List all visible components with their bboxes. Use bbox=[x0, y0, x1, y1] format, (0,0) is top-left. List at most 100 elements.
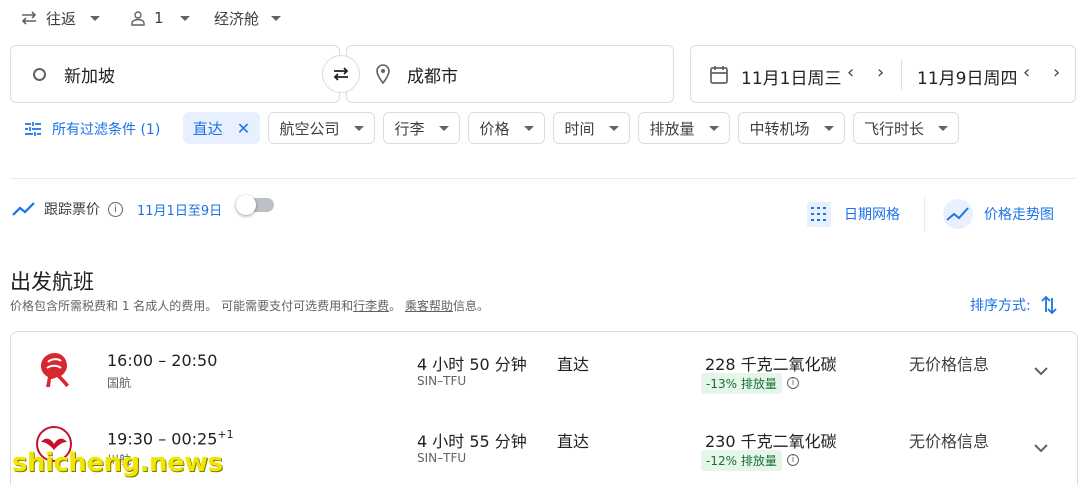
emissions-badge: -13% 排放量 bbox=[701, 373, 782, 394]
flight-route: SIN–TFU bbox=[417, 374, 467, 388]
chevron-down-icon bbox=[90, 15, 101, 21]
passengers-select[interactable]: 1 bbox=[130, 6, 190, 30]
chevron-down-icon bbox=[608, 125, 619, 131]
depart-next-icon[interactable]: › bbox=[877, 62, 884, 83]
swap-button[interactable] bbox=[322, 55, 360, 93]
toggle-knob bbox=[236, 195, 256, 215]
return-prev-icon[interactable]: ‹ bbox=[1023, 62, 1030, 83]
price-graph-button[interactable]: 价格走势图 bbox=[942, 198, 1054, 230]
flight-row[interactable]: 16:00 – 20:50 国航 4 小时 50 分钟 SIN–TFU 直达 2… bbox=[10, 331, 1078, 410]
location-pin-icon bbox=[376, 64, 390, 84]
cabin-select[interactable]: 经济舱 bbox=[214, 6, 282, 30]
chevron-down-icon bbox=[823, 125, 834, 131]
tools-divider bbox=[924, 196, 925, 232]
tune-icon bbox=[25, 122, 41, 136]
airline-name: 国航 bbox=[107, 376, 132, 390]
flight-times: 19:30 – 00:25+1 bbox=[107, 428, 234, 448]
chevron-down-icon bbox=[523, 125, 534, 131]
origin-field[interactable]: 新加坡 bbox=[10, 45, 340, 103]
date-grid-icon bbox=[807, 202, 831, 227]
all-filters-button[interactable]: 所有过滤条件 (1) bbox=[24, 119, 160, 139]
filter-chip-nonstop[interactable]: 直达 ✕ bbox=[183, 112, 260, 144]
flight-stops: 直达 bbox=[557, 432, 590, 451]
flight-price: 无价格信息 bbox=[909, 432, 990, 451]
date-grid-label: 日期网格 bbox=[844, 207, 900, 223]
chip-label: 直达 bbox=[192, 119, 223, 138]
emissions-badge: -12% 排放量 bbox=[701, 450, 782, 471]
round-trip-icon bbox=[21, 11, 37, 25]
return-next-icon[interactable]: › bbox=[1053, 62, 1060, 83]
date-grid-button[interactable]: 日期网格 bbox=[806, 200, 900, 228]
track-prices: 跟踪票价 i 11月1日至9日 bbox=[12, 199, 222, 219]
trip-type-select[interactable]: 往返 bbox=[20, 6, 101, 30]
chevron-down-icon bbox=[179, 15, 190, 21]
flight-price: 无价格信息 bbox=[909, 355, 990, 374]
flight-duration: 4 小时 55 分钟 bbox=[417, 432, 527, 451]
chip-label: 时间 bbox=[564, 119, 595, 138]
filter-chip-duration[interactable]: 飞行时长 bbox=[853, 112, 959, 144]
return-date[interactable]: 11月9日周四 bbox=[917, 64, 1017, 89]
filter-chip-emissions[interactable]: 排放量 bbox=[638, 112, 730, 144]
flight-times: 16:00 – 20:50 bbox=[107, 351, 217, 370]
calendar-icon bbox=[710, 66, 728, 84]
date-range-field[interactable]: 11月1日周三 ‹ › 11月9日周四 ‹ › bbox=[690, 45, 1076, 103]
chevron-down-icon bbox=[708, 125, 719, 131]
destination-field[interactable]: 成都市 bbox=[346, 45, 674, 103]
filter-chip-times[interactable]: 时间 bbox=[553, 112, 630, 144]
trip-type-label: 往返 bbox=[46, 9, 77, 28]
chevron-down-icon bbox=[271, 15, 282, 21]
filter-chip-connecting-airports[interactable]: 中转机场 bbox=[738, 112, 845, 144]
baggage-fees-link[interactable]: 行李费 bbox=[353, 299, 389, 313]
chevron-down-icon bbox=[353, 125, 364, 131]
passenger-help-link[interactable]: 乘客帮助 bbox=[405, 299, 453, 313]
sort-icon bbox=[1041, 295, 1057, 315]
price-graph-icon bbox=[943, 199, 973, 229]
chip-label: 飞行时长 bbox=[863, 119, 924, 138]
results-note: 价格包含所需税费和 1 名成人的费用。 可能需要支付可选费用和行李费。 乘客帮助… bbox=[10, 297, 489, 314]
price-graph-label: 价格走势图 bbox=[984, 207, 1054, 223]
chip-label: 中转机场 bbox=[749, 119, 810, 138]
origin-value: 新加坡 bbox=[64, 66, 115, 87]
chevron-down-icon[interactable] bbox=[1031, 361, 1051, 381]
flight-emissions: 230 千克二氧化碳 bbox=[705, 432, 837, 451]
close-icon[interactable]: ✕ bbox=[237, 119, 250, 138]
track-prices-label: 跟踪票价 bbox=[44, 202, 100, 218]
all-filters-label: 所有过滤条件 (1) bbox=[52, 122, 161, 138]
depart-date[interactable]: 11月1日周三 bbox=[741, 64, 841, 89]
chevron-down-icon bbox=[938, 125, 948, 131]
section-divider bbox=[10, 178, 1076, 179]
chip-label: 行李 bbox=[394, 119, 425, 138]
filter-chip-bags[interactable]: 行李 bbox=[383, 112, 460, 144]
sort-label: 排序方式: bbox=[970, 298, 1031, 314]
passengers-count: 1 bbox=[154, 9, 164, 27]
results-note-prefix: 价格包含所需税费和 1 名成人的费用。 可能需要支付可选费用和 bbox=[10, 299, 354, 313]
origin-circle-icon bbox=[33, 67, 46, 81]
flight-times-text: 16:00 – 20:50 bbox=[107, 351, 218, 370]
track-dates: 11月1日至9日 bbox=[137, 203, 223, 219]
chip-label: 排放量 bbox=[649, 119, 695, 138]
date-divider bbox=[901, 60, 902, 90]
info-icon[interactable]: i bbox=[108, 201, 123, 217]
filter-chip-price[interactable]: 价格 bbox=[468, 112, 545, 144]
info-icon[interactable]: i bbox=[787, 454, 799, 466]
chip-label: 价格 bbox=[479, 119, 510, 138]
flight-emissions: 228 千克二氧化碳 bbox=[705, 355, 837, 374]
trending-icon bbox=[12, 202, 35, 216]
destination-value: 成都市 bbox=[407, 66, 458, 87]
flight-route: SIN–TFU bbox=[417, 451, 467, 465]
info-icon[interactable]: i bbox=[787, 377, 799, 389]
next-day-indicator: +1 bbox=[217, 428, 234, 441]
person-icon bbox=[131, 11, 145, 26]
depart-prev-icon[interactable]: ‹ bbox=[847, 62, 854, 83]
filter-chip-airlines[interactable]: 航空公司 bbox=[268, 112, 375, 144]
chevron-down-icon bbox=[438, 125, 449, 131]
flight-times-text: 19:30 – 00:25 bbox=[107, 429, 218, 449]
cabin-label: 经济舱 bbox=[214, 9, 260, 28]
swap-icon bbox=[333, 67, 349, 81]
results-note-mid: 。 bbox=[389, 299, 402, 313]
watermark: shicheng.news bbox=[12, 448, 223, 478]
sort-button[interactable]: 排序方式: bbox=[970, 294, 1057, 316]
track-prices-toggle[interactable] bbox=[236, 195, 274, 215]
results-note-suffix: 信息。 bbox=[452, 299, 489, 313]
chevron-down-icon[interactable] bbox=[1031, 438, 1051, 458]
